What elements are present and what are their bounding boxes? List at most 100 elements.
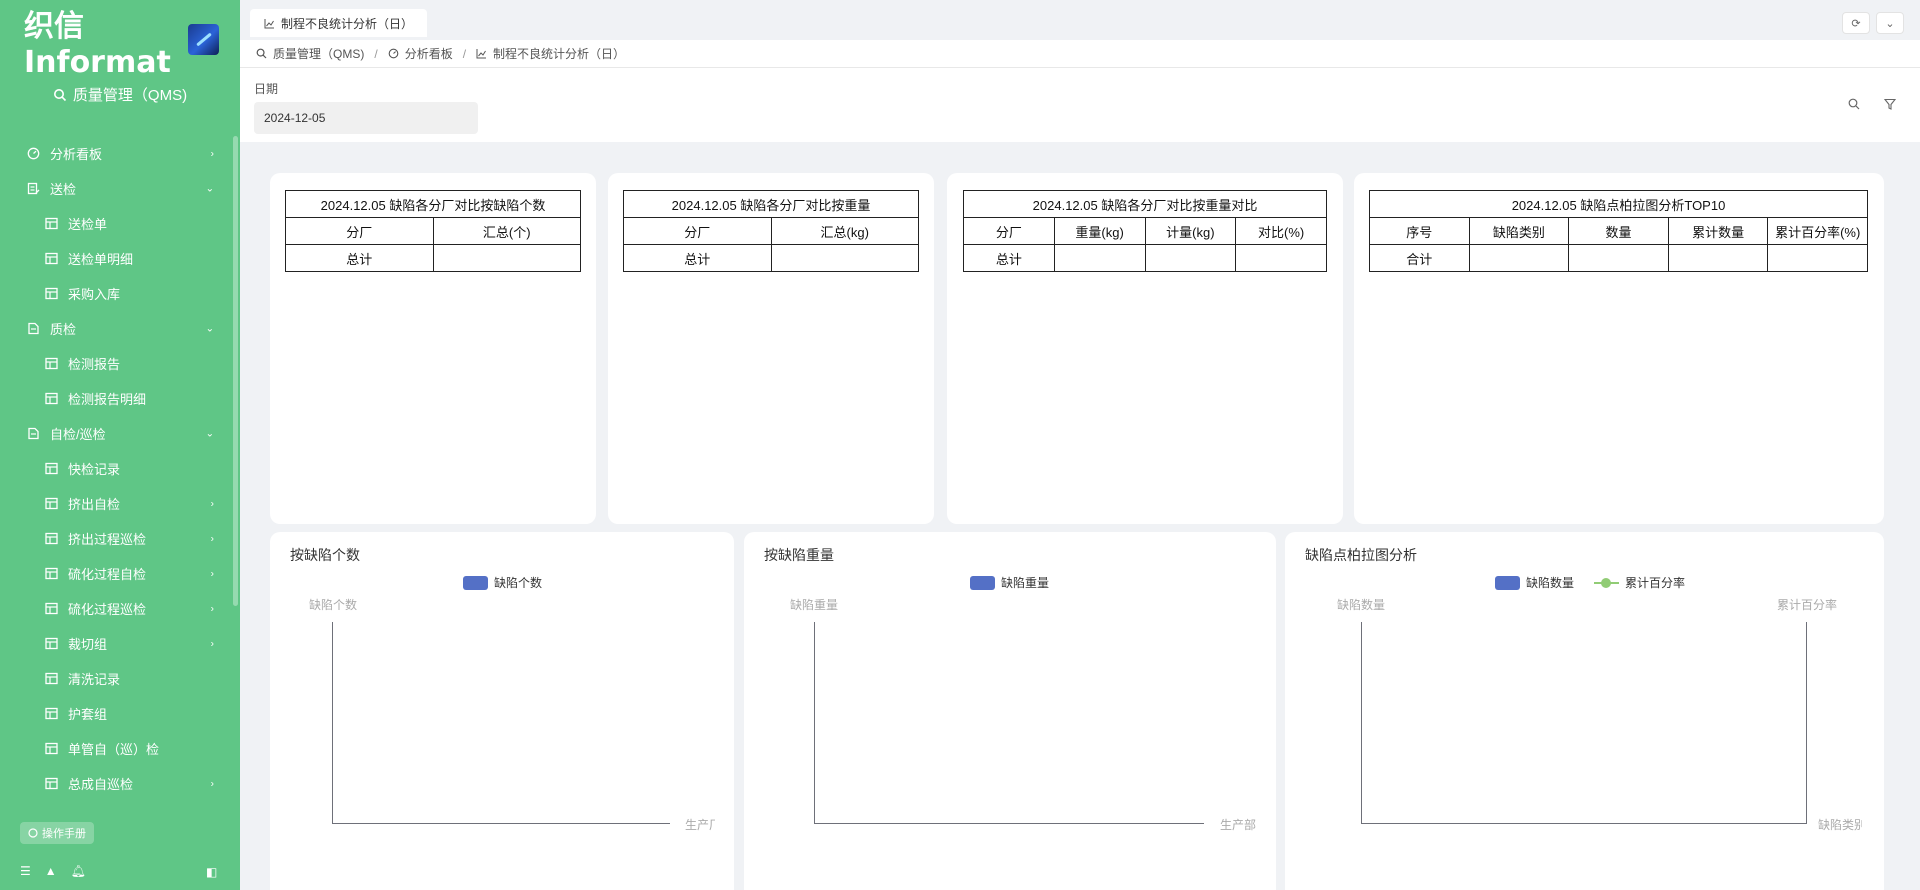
breadcrumb-separator: / <box>374 46 378 61</box>
chart-card-defect-count: 按缺陷个数 缺陷个数 缺陷个数 生产厂 <box>270 532 734 890</box>
chart-legend[interactable]: 缺陷重量 <box>970 574 1049 591</box>
form-icon <box>26 182 40 196</box>
column-header: 缺陷类别 <box>1468 217 1570 245</box>
column-header: 汇总(个) <box>432 217 581 245</box>
refresh-button[interactable]: ⟳ <box>1842 12 1870 34</box>
sidebar-item[interactable]: 送检单明细 <box>0 241 240 276</box>
chart-legend[interactable]: 缺陷个数 <box>463 574 542 591</box>
legend-label: 缺陷个数 <box>494 576 543 590</box>
total-value <box>770 244 919 272</box>
total-value <box>1144 244 1237 272</box>
sidebar-item-label: 硫化过程巡检 <box>68 602 147 617</box>
triangle-icon[interactable]: ▲ <box>45 864 57 878</box>
y-axis-line <box>332 622 333 824</box>
table-card-defect-count: 2024.12.05 缺陷各分厂对比按缺陷个数 分厂 汇总(个) 总计 <box>270 173 596 524</box>
sidebar-item[interactable]: 送检 ⌄ <box>0 171 240 206</box>
date-input[interactable] <box>254 102 478 134</box>
y2-axis-label: 累计百分率 <box>1777 598 1838 612</box>
column-header: 分厂 <box>963 217 1055 245</box>
chevron-right-icon[interactable]: › <box>211 568 214 579</box>
sidebar-item[interactable]: 清洗记录 <box>0 661 240 696</box>
chevron-right-icon[interactable]: › <box>211 603 214 614</box>
sidebar-item[interactable]: 总成自巡检 › <box>0 766 240 801</box>
sidebar-item[interactable]: 检测报告明细 <box>0 381 240 416</box>
chevron-down-icon[interactable]: ⌄ <box>206 183 214 194</box>
sidebar-item-label: 送检 <box>50 182 77 197</box>
search-icon[interactable] <box>1848 98 1860 113</box>
tab-current[interactable]: 制程不良统计分析（日） <box>250 9 428 37</box>
app-switcher[interactable]: 质量管理（QMS) <box>0 84 240 105</box>
sidebar-item[interactable]: 分析看板 › <box>0 136 240 171</box>
sidebar-item-label: 快检记录 <box>68 462 121 477</box>
total-value <box>1667 244 1769 272</box>
sidebar-item[interactable]: 护套组 <box>0 696 240 731</box>
sidebar-item[interactable]: 快检记录 <box>0 451 240 486</box>
sidebar-item-label: 清洗记录 <box>68 672 121 687</box>
x-axis-line <box>814 823 1204 824</box>
chevron-down-icon: ⌄ <box>1885 17 1895 30</box>
chevron-right-icon[interactable]: › <box>211 498 214 509</box>
table-icon <box>44 777 58 791</box>
doc-icon <box>26 322 40 336</box>
app-search-icon <box>53 88 66 101</box>
chevron-right-icon[interactable]: › <box>211 638 214 649</box>
refresh-icon: ⟳ <box>1851 17 1861 30</box>
sidebar-item[interactable]: 挤出自检 › <box>0 486 240 521</box>
sidebar-item[interactable]: 检测报告 <box>0 346 240 381</box>
tab-menu-button[interactable]: ⌄ <box>1876 12 1904 34</box>
sidebar-item-label: 检测报告 <box>68 357 121 372</box>
sidebar-item[interactable]: 挤出过程巡检 › <box>0 521 240 556</box>
column-header: 分厂 <box>285 217 434 245</box>
chevron-down-icon[interactable]: ⌄ <box>206 323 214 334</box>
menu-list-icon[interactable]: ☰ <box>20 864 31 878</box>
table-icon <box>44 252 58 266</box>
total-value <box>1468 244 1570 272</box>
column-header: 对比(%) <box>1235 217 1327 245</box>
sidebar-item-label: 裁切组 <box>68 637 108 652</box>
sidebar-item[interactable]: 自检/巡检 ⌄ <box>0 416 240 451</box>
breadcrumb-item-dashboard[interactable]: 分析看板 <box>405 45 453 62</box>
sidebar-item-label: 挤出自检 <box>68 497 121 512</box>
pareto-top10-table: 2024.12.05 缺陷点柏拉图分析TOP10 序号 缺陷类别 数量 累计数量… <box>1369 190 1868 272</box>
bell-icon[interactable]: 🔔︎ <box>71 864 86 878</box>
sidebar-item[interactable]: 单管自（巡）检 <box>0 731 240 766</box>
legend-line-swatch <box>1594 576 1620 590</box>
total-value <box>1053 244 1146 272</box>
chevron-right-icon[interactable]: › <box>211 533 214 544</box>
chevron-down-icon[interactable]: ⌄ <box>206 428 214 439</box>
sidebar-item[interactable]: 裁切组 › <box>0 626 240 661</box>
filter-icon[interactable] <box>1883 98 1897 113</box>
dashboard-content: 2024.12.05 缺陷各分厂对比按缺陷个数 分厂 汇总(个) 总计 2024… <box>240 142 1920 890</box>
sidebar-scrollbar[interactable] <box>233 136 238 606</box>
chevron-right-icon[interactable]: › <box>211 778 214 789</box>
breadcrumb: 质量管理（QMS) / 分析看板 / 制程不良统计分析（日） <box>240 40 1920 68</box>
sidebar-item[interactable]: 质检 ⌄ <box>0 311 240 346</box>
chevron-right-icon[interactable]: › <box>211 148 214 159</box>
column-header: 分厂 <box>623 217 772 245</box>
dashboard-icon <box>26 147 40 161</box>
y-axis-label: 缺陷重量 <box>790 598 839 612</box>
total-label: 合计 <box>1369 244 1470 272</box>
sidebar-item[interactable]: 硫化过程巡检 › <box>0 591 240 626</box>
logo-mark-icon <box>188 24 219 55</box>
defect-count-table: 2024.12.05 缺陷各分厂对比按缺陷个数 分厂 汇总(个) 总计 <box>285 190 581 272</box>
chart-card-pareto: 缺陷点柏拉图分析 缺陷数量 累计百分率 缺陷数量 累计百分率 缺陷类别 <box>1285 532 1884 890</box>
breadcrumb-separator: / <box>462 46 467 61</box>
sidebar-item[interactable]: 硫化过程自检 › <box>0 556 240 591</box>
total-label: 总计 <box>285 244 434 272</box>
table-icon <box>44 357 58 371</box>
x-axis-label: 缺陷类别 <box>1818 818 1862 832</box>
date-label: 日期 <box>254 82 279 96</box>
sidebar-item[interactable]: 送检单 <box>0 206 240 241</box>
y2-axis-line <box>1806 622 1807 824</box>
breadcrumb-item-qms[interactable]: 质量管理（QMS) <box>273 45 364 62</box>
collapse-sidebar-icon[interactable]: ◧ <box>206 865 217 879</box>
total-label: 总计 <box>623 244 772 272</box>
sidebar-item[interactable]: 采购入库 <box>0 276 240 311</box>
chart-legend[interactable]: 缺陷数量 累计百分率 <box>1495 574 1685 591</box>
tab-label: 制程不良统计分析（日） <box>281 16 414 31</box>
chart-title: 按缺陷重量 <box>764 547 834 563</box>
manual-button[interactable]: 操作手册 <box>20 822 94 844</box>
sidebar-item-label: 硫化过程自检 <box>68 567 147 582</box>
legend-swatch <box>970 575 995 590</box>
